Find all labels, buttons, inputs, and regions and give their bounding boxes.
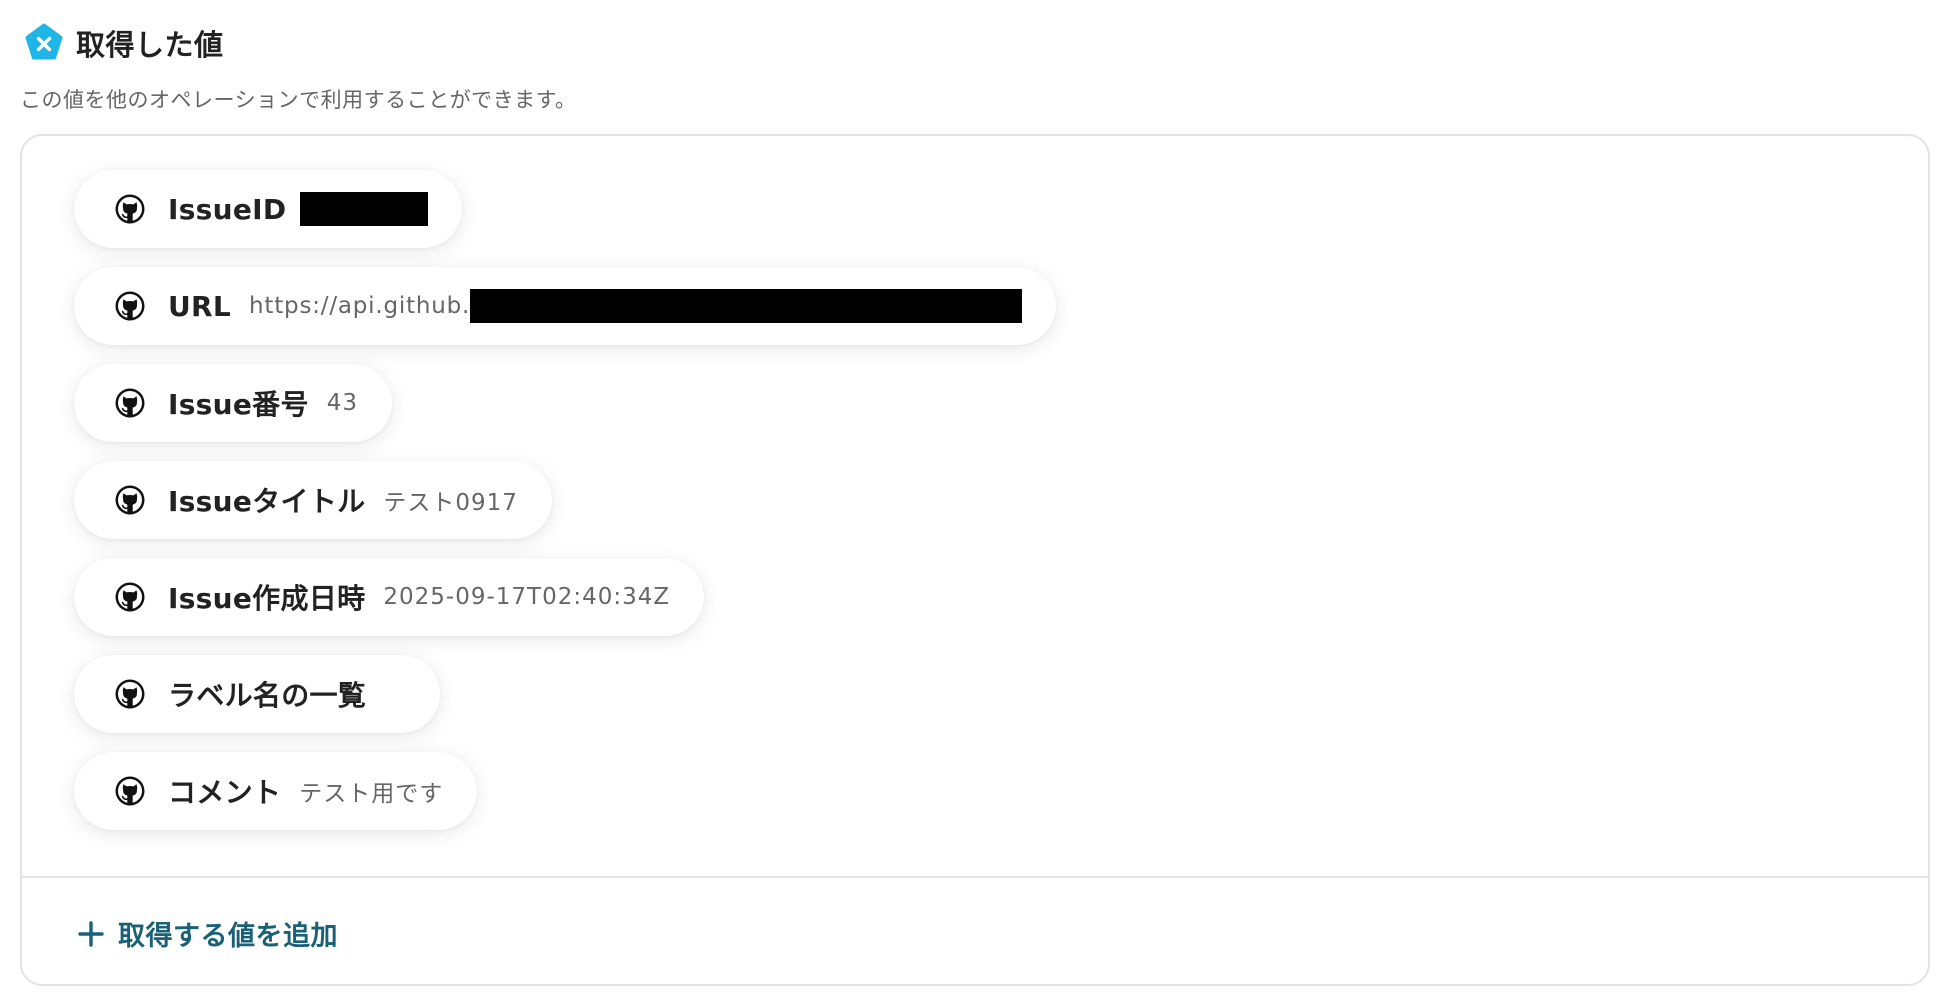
- page-title: 取得した値: [76, 28, 224, 62]
- add-value-button[interactable]: 取得する値を追加: [78, 914, 338, 953]
- section-description: この値を他のオペレーションで利用することができます。: [20, 88, 577, 112]
- plus-icon: [78, 920, 104, 947]
- value-chip-value: 43: [326, 390, 359, 416]
- value-chip-label: Issue作成日時: [168, 582, 366, 615]
- yoom-logo-icon: [25, 23, 63, 60]
- add-value-label: 取得する値を追加: [118, 921, 338, 952]
- section-header: 取得した値: [24, 22, 224, 64]
- value-chip-issue-number[interactable]: Issue番号 43: [74, 364, 393, 442]
- retrieved-values-panel: IssueID URL https://api.github. Issue番号 …: [20, 134, 1930, 986]
- value-chip-value: テスト0917: [383, 490, 518, 516]
- redacted-value: [470, 289, 1023, 323]
- value-chip-issue-created-at[interactable]: Issue作成日時 2025-09-17T02:40:34Z: [74, 558, 705, 636]
- github-icon: [115, 776, 145, 806]
- value-chip-issue-id[interactable]: IssueID: [74, 170, 463, 248]
- github-icon: [115, 388, 145, 418]
- redacted-value: [300, 192, 429, 226]
- github-icon: [115, 291, 145, 321]
- value-chip-label: Issueタイトル: [168, 485, 366, 518]
- value-chip-label: Issue番号: [168, 388, 309, 421]
- github-icon: [115, 194, 145, 224]
- github-icon: [115, 582, 145, 612]
- value-chip-comment[interactable]: コメント テスト用です: [74, 752, 478, 830]
- value-chip-label: コメント: [168, 776, 282, 809]
- value-chip-label-list[interactable]: ラベル名の一覧: [74, 655, 441, 733]
- github-icon: [115, 485, 145, 515]
- value-chip-list: IssueID URL https://api.github. Issue番号 …: [74, 170, 1057, 849]
- value-chip-value: テスト用です: [299, 781, 444, 807]
- value-chip-value: https://api.github.: [249, 293, 471, 319]
- github-icon: [115, 679, 145, 709]
- value-chip-label: ラベル名の一覧: [168, 679, 367, 712]
- value-chip-value: 2025-09-17T02:40:34Z: [383, 584, 671, 610]
- divider: [22, 876, 1928, 878]
- value-chip-label: IssueID: [168, 192, 287, 226]
- value-chip-issue-title[interactable]: Issueタイトル テスト0917: [74, 461, 552, 539]
- value-chip-label: URL: [168, 289, 232, 323]
- value-chip-url[interactable]: URL https://api.github.: [74, 267, 1057, 345]
